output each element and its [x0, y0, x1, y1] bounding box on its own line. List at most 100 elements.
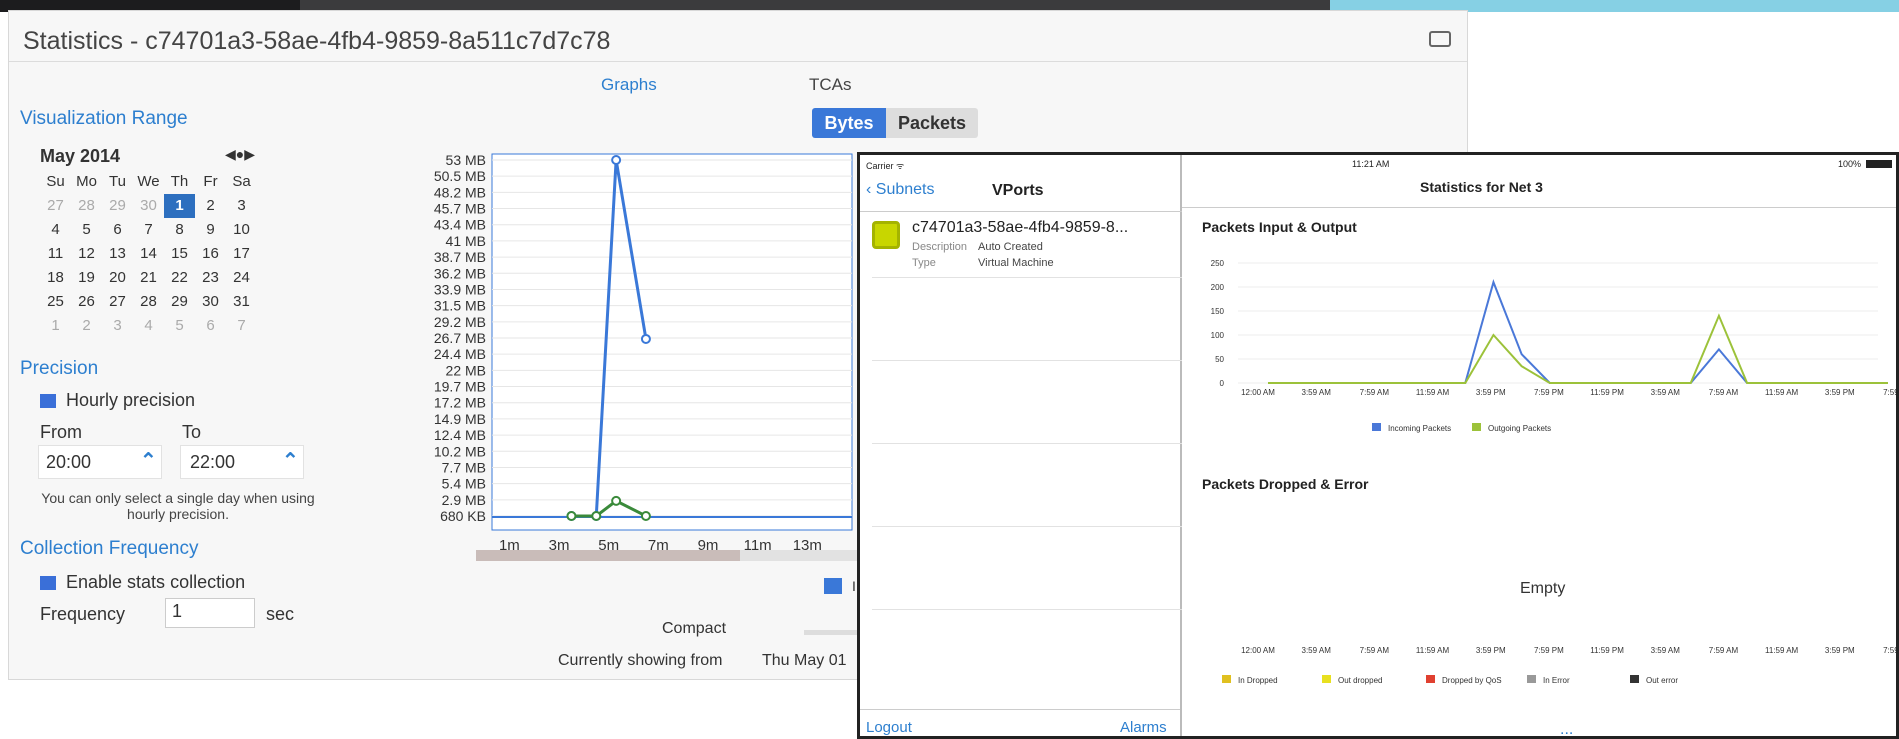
chart-scrollbar-thumb[interactable] [476, 550, 740, 561]
x-tick-label: 13m [793, 537, 822, 550]
calendar-week: 18 19 20 21 22 23 24 [40, 266, 290, 290]
calendar-day[interactable]: 2 [195, 194, 226, 218]
calendar-day[interactable]: 5 [71, 218, 102, 242]
plot-area [491, 153, 853, 531]
chart-scrollbar-track[interactable] [740, 550, 860, 561]
window-minimize-icon[interactable] [1429, 31, 1451, 47]
weekday-label: Su [46, 173, 65, 190]
battery-icon [1866, 160, 1892, 168]
calendar-day[interactable]: 9 [195, 218, 226, 242]
y-tick-label: 45.7 MB [434, 201, 486, 217]
from-time-value: 20:00 [46, 452, 92, 472]
calendar-day[interactable]: 6 [195, 314, 226, 338]
calendar-day[interactable]: 28 [71, 194, 102, 218]
x-tick-label: 11:59 AM [1416, 646, 1450, 655]
hourly-precision-checkbox[interactable]: Hourly precision [40, 390, 195, 411]
row-divider [872, 609, 1182, 610]
weekday-label: Sa [232, 173, 251, 190]
calendar-day[interactable]: 20 [102, 266, 133, 290]
vport-title[interactable]: c74701a3-58ae-4fb4-9859-8... [912, 219, 1128, 237]
compact-label: Compact [662, 620, 727, 637]
calendar-day[interactable]: 28 [133, 290, 164, 314]
x-tick-label: 12:00 AM [1241, 388, 1275, 397]
more-button[interactable]: ... [1560, 721, 1573, 736]
row-divider [872, 360, 1182, 361]
calendar-week: 11 12 13 14 15 16 17 [40, 242, 290, 266]
tab-tcas[interactable]: TCAs [809, 75, 852, 95]
calendar-day[interactable]: 18 [40, 266, 71, 290]
calendar-day[interactable]: 11 [40, 242, 71, 266]
calendar-day[interactable]: 30 [195, 290, 226, 314]
calendar-day[interactable]: 2 [71, 314, 102, 338]
calendar-day[interactable]: 3 [102, 314, 133, 338]
calendar-day[interactable]: 25 [40, 290, 71, 314]
calendar-day[interactable]: 19 [71, 266, 102, 290]
frequency-label: Frequency [40, 604, 126, 624]
x-tick-label: 11:59 AM [1416, 388, 1450, 397]
calendar-day[interactable]: 4 [133, 314, 164, 338]
bytes-toggle-button[interactable]: Bytes [812, 108, 886, 138]
x-tick-label: 11:59 PM [1590, 388, 1624, 397]
y-tick-label: 17.2 MB [434, 395, 486, 411]
hourly-precision-label: Hourly precision [66, 390, 196, 410]
calendar-day[interactable]: 6 [102, 218, 133, 242]
enable-stats-checkbox[interactable]: Enable stats collection [40, 572, 245, 593]
calendar-day[interactable]: 27 [102, 290, 133, 314]
calendar-day[interactable]: 27 [40, 194, 71, 218]
y-tick-label: 19.7 MB [434, 379, 486, 395]
calendar-day[interactable]: 17 [226, 242, 257, 266]
compact-slider[interactable] [804, 630, 864, 635]
calendar-day[interactable]: 16 [195, 242, 226, 266]
back-button[interactable]: ‹ Subnets [866, 181, 935, 199]
carrier-status: Carrier ᯤ [866, 161, 905, 171]
showing-date: Thu May 01 [762, 652, 847, 669]
legend-label: Dropped by QoS [1442, 676, 1502, 685]
showing-label: Currently showing from [558, 652, 723, 669]
x-tick-label: 5m [598, 537, 619, 550]
calendar-day[interactable]: 5 [164, 314, 195, 338]
calendar-day[interactable]: 3 [226, 194, 257, 218]
type-value: Virtual Machine [978, 257, 1054, 269]
calendar-day[interactable]: 31 [226, 290, 257, 314]
calendar-day[interactable]: 22 [164, 266, 195, 290]
calendar-day[interactable]: 7 [133, 218, 164, 242]
y-tick-label: 2.9 MB [442, 492, 486, 508]
from-stepper-icon[interactable]: ⌃ [140, 448, 157, 473]
to-stepper-icon[interactable]: ⌃ [282, 448, 299, 473]
legend-label: I [852, 578, 856, 594]
calendar-day[interactable]: 12 [71, 242, 102, 266]
x-tick-label: 3:59 PM [1476, 388, 1506, 397]
frequency-input[interactable]: 1 [165, 598, 255, 628]
logout-button[interactable]: Logout [866, 719, 912, 736]
calendar-nav-icon[interactable]: ◀●▶ [225, 146, 255, 163]
calendar-day[interactable]: 14 [133, 242, 164, 266]
calendar-day[interactable]: 30 [133, 194, 164, 218]
calendar-day[interactable]: 15 [164, 242, 195, 266]
legend-label: Incoming Packets [1388, 424, 1451, 433]
calendar-day[interactable]: 10 [226, 218, 257, 242]
calendar-day[interactable]: 7 [226, 314, 257, 338]
calendar-day[interactable]: 4 [40, 218, 71, 242]
calendar-day[interactable]: 1 [40, 314, 71, 338]
y-tick-label: 200 [1211, 283, 1225, 292]
packets-toggle-button[interactable]: Packets [886, 108, 978, 138]
y-tick-label: 5.4 MB [442, 476, 486, 492]
x-tick-label: 7:59 AM [1709, 388, 1739, 397]
calendar-day[interactable]: 29 [102, 194, 133, 218]
calendar-day[interactable]: 21 [133, 266, 164, 290]
calendar-day[interactable]: 13 [102, 242, 133, 266]
legend-swatch [1472, 423, 1481, 431]
calendar-day[interactable]: 8 [164, 218, 195, 242]
x-tick-label: 3:59 PM [1476, 646, 1506, 655]
calendar-day[interactable]: 1 [164, 194, 195, 218]
weekday-label: We [137, 173, 160, 190]
legend-swatch [1372, 423, 1381, 431]
tab-graphs[interactable]: Graphs [601, 75, 657, 95]
toolbar-divider [860, 709, 1180, 710]
calendar-day[interactable]: 24 [226, 266, 257, 290]
calendar-day[interactable]: 29 [164, 290, 195, 314]
alarms-button[interactable]: Alarms [1120, 719, 1167, 736]
calendar-day[interactable]: 26 [71, 290, 102, 314]
calendar-day[interactable]: 23 [195, 266, 226, 290]
x-tick-label: 7m [648, 537, 669, 550]
